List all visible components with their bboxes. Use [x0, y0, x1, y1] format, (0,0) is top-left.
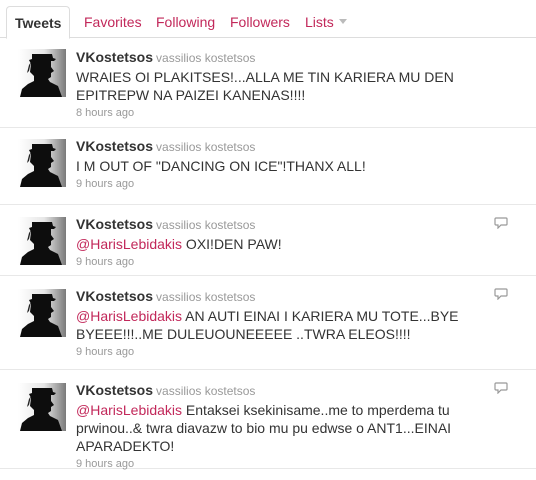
- avatar[interactable]: [18, 49, 66, 97]
- tweet-author: VKostetsos vassilios kostetsos: [76, 288, 516, 305]
- tweet-item: VKostetsos vassilios kostetsos WRAIES OI …: [0, 38, 536, 128]
- tab-following[interactable]: Following: [156, 6, 215, 39]
- tweet-author: VKostetsos vassilios kostetsos: [76, 216, 516, 233]
- tweet-item: VKostetsos vassilios kostetsos @HarisLebi…: [0, 370, 536, 471]
- avatar[interactable]: [18, 383, 66, 431]
- tweet-timestamp[interactable]: 9 hours ago: [76, 177, 516, 191]
- avatar[interactable]: [18, 139, 66, 187]
- mention-link[interactable]: @HarisLebidakis: [76, 308, 182, 324]
- tab-lists[interactable]: Lists: [305, 6, 347, 39]
- tweet-item: VKostetsos vassilios kostetsos @HarisLebi…: [0, 276, 536, 370]
- tweet-text: I M OUT OF "DANCING ON ICE"!THANX ALL!: [76, 157, 516, 175]
- screen-name[interactable]: VKostetsos: [76, 382, 153, 398]
- tweet-text: @HarisLebidakis Entaksei ksekinisame..me…: [76, 401, 516, 455]
- tweet-body-text: I M OUT OF "DANCING ON ICE"!THANX ALL!: [76, 158, 366, 174]
- tweet-author: VKostetsos vassilios kostetsos: [76, 382, 516, 399]
- screen-name[interactable]: VKostetsos: [76, 216, 153, 232]
- avatar-silhouette-icon: [18, 217, 66, 265]
- avatar[interactable]: [18, 217, 66, 265]
- avatar-silhouette-icon: [18, 139, 66, 187]
- mention-link[interactable]: @HarisLebidakis: [76, 402, 182, 418]
- full-name: vassilios kostetsos: [156, 218, 256, 232]
- tweet-body: VKostetsos vassilios kostetsos @HarisLebi…: [76, 216, 516, 269]
- full-name: vassilios kostetsos: [156, 140, 256, 154]
- tweet-timestamp[interactable]: 8 hours ago: [76, 106, 516, 120]
- tweet-text: WRAIES OI PLAKITSES!...ALLA ME TIN KARIE…: [76, 68, 516, 104]
- avatar-silhouette-icon: [18, 383, 66, 431]
- tweet-timestamp[interactable]: 9 hours ago: [76, 457, 516, 471]
- profile-tabs: Tweets Favorites Following Followers Lis…: [0, 0, 536, 39]
- avatar-silhouette-icon: [18, 289, 66, 337]
- full-name: vassilios kostetsos: [156, 51, 256, 65]
- tweet-author: VKostetsos vassilios kostetsos: [76, 138, 516, 155]
- tweet-timeline: VKostetsos vassilios kostetsos WRAIES OI …: [0, 38, 536, 471]
- tweet-item: VKostetsos vassilios kostetsos I M OUT OF…: [0, 128, 536, 205]
- mention-link[interactable]: @HarisLebidakis: [76, 236, 182, 252]
- tweet-body-text: WRAIES OI PLAKITSES!...ALLA ME TIN KARIE…: [76, 69, 454, 103]
- tweet-body-text: OXI!DEN PAW!: [182, 236, 282, 252]
- screen-name[interactable]: VKostetsos: [76, 288, 153, 304]
- tweet-timestamp[interactable]: 9 hours ago: [76, 345, 516, 359]
- tweet-body: VKostetsos vassilios kostetsos @HarisLebi…: [76, 382, 516, 471]
- full-name: vassilios kostetsos: [156, 290, 256, 304]
- tweet-item: VKostetsos vassilios kostetsos @HarisLebi…: [0, 205, 536, 276]
- chevron-down-icon: [338, 18, 347, 24]
- reply-icon[interactable]: [494, 288, 508, 300]
- tab-followers[interactable]: Followers: [230, 6, 290, 39]
- reply-icon[interactable]: [494, 217, 508, 229]
- avatar[interactable]: [18, 289, 66, 337]
- tweet-author: VKostetsos vassilios kostetsos: [76, 49, 516, 66]
- tweet-timestamp[interactable]: 9 hours ago: [76, 255, 516, 269]
- tab-tweets[interactable]: Tweets: [6, 6, 71, 39]
- tweet-text: @HarisLebidakis AN AUTI EINAI I KARIERA …: [76, 307, 516, 343]
- reply-icon[interactable]: [494, 382, 508, 394]
- screen-name[interactable]: VKostetsos: [76, 49, 153, 65]
- tweet-text: @HarisLebidakis OXI!DEN PAW!: [76, 235, 516, 253]
- tweet-body: VKostetsos vassilios kostetsos @HarisLebi…: [76, 288, 516, 359]
- tweet-body: VKostetsos vassilios kostetsos I M OUT OF…: [76, 138, 516, 191]
- tab-lists-label: Lists: [305, 14, 334, 30]
- tweet-body: VKostetsos vassilios kostetsos WRAIES OI …: [76, 49, 516, 120]
- screen-name[interactable]: VKostetsos: [76, 138, 153, 154]
- avatar-silhouette-icon: [18, 49, 66, 97]
- full-name: vassilios kostetsos: [156, 384, 256, 398]
- tab-favorites[interactable]: Favorites: [84, 6, 142, 39]
